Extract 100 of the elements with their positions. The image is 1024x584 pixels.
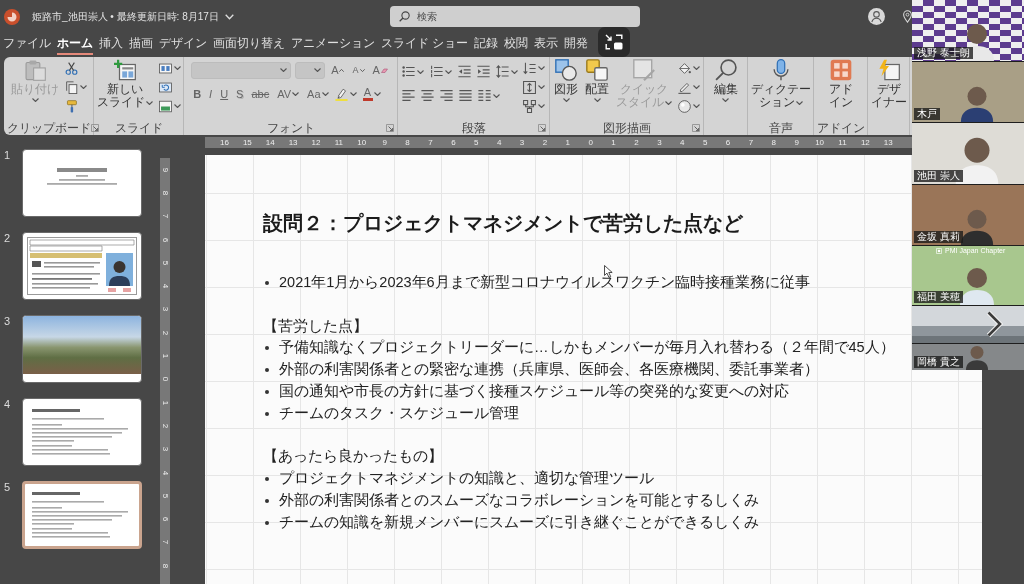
ribbon-tab[interactable]: ホーム (57, 33, 93, 55)
scissors-icon[interactable] (65, 61, 78, 75)
chevron-right-icon[interactable] (986, 310, 1003, 338)
drawing-button[interactable]: 図形 (553, 59, 579, 102)
ruler-number: 15 (241, 137, 253, 148)
ribbon-tab[interactable]: 開発 (564, 33, 589, 55)
caret-icon[interactable] (538, 85, 545, 89)
format-button[interactable]: S (234, 85, 246, 103)
ribbon-tab[interactable]: ファイル (3, 33, 51, 55)
slide-thumbnail[interactable] (22, 315, 142, 383)
caret-icon[interactable] (80, 85, 87, 89)
align-left-icon[interactable] (402, 89, 415, 102)
designer-button[interactable]: デザ イナー (869, 59, 908, 109)
caret-icon[interactable] (445, 69, 452, 74)
search-icon (714, 59, 737, 81)
align-center-icon[interactable] (421, 89, 434, 102)
ruler-number: 7 (427, 137, 434, 148)
line-spacing-icon[interactable] (496, 65, 509, 78)
align-right-icon[interactable] (440, 89, 453, 102)
format-button[interactable]: B (191, 85, 204, 103)
document-title[interactable]: 姫路市_池田崇人 • 最終更新日時: 8月17日 (32, 9, 219, 24)
ribbon-tab[interactable]: 表示 (534, 33, 559, 55)
diagram-icon[interactable] (523, 99, 536, 113)
ruler-number: 5 (473, 137, 480, 148)
stacked-squares-icon (586, 59, 608, 81)
caret-icon[interactable] (349, 92, 357, 96)
ribbon-tab[interactable]: 画面切り替え (213, 33, 285, 55)
ruler-number: 2 (161, 330, 169, 335)
slide-thumbnail[interactable] (22, 149, 142, 217)
slide-thumbnail[interactable] (22, 481, 142, 549)
dialog-launcher-icon[interactable] (386, 123, 394, 132)
group-label: 音声 (768, 120, 793, 135)
drawing-button[interactable]: 配置 (584, 59, 610, 102)
slide-title: 設問２：プロジェクトマネジメントで苦労した点など (263, 212, 743, 234)
font-size-button[interactable]: A (370, 61, 390, 79)
caret-icon[interactable] (693, 66, 700, 70)
reset-icon[interactable] (159, 80, 172, 94)
person-silhouette (958, 207, 996, 245)
indent-icon[interactable] (477, 65, 490, 78)
columns-icon[interactable] (478, 89, 491, 102)
format-button[interactable]: Aa (305, 85, 331, 103)
caret-icon[interactable] (174, 104, 181, 108)
editing-button[interactable]: 編集 (712, 59, 739, 102)
outdent-icon[interactable] (458, 65, 471, 78)
caret-icon[interactable] (693, 85, 700, 89)
layout-icon[interactable] (159, 61, 172, 75)
ribbon-tab[interactable]: スライド ショー (381, 33, 469, 55)
bullet-text: 2021年1月から2023年6月まで新型コロナウイルスワクチン臨時接種業務に従事 (279, 273, 810, 292)
location-pin-icon[interactable] (903, 10, 912, 23)
format-button[interactable]: AV (275, 85, 302, 103)
dialog-launcher-icon[interactable] (692, 123, 700, 132)
section-icon[interactable] (159, 99, 172, 113)
dialog-launcher-icon[interactable] (91, 123, 99, 132)
font-size-button[interactable]: A (329, 61, 347, 79)
format-button[interactable]: abc (249, 85, 272, 103)
caret-icon[interactable] (493, 93, 500, 98)
ribbon-tab[interactable]: 記録 (474, 33, 499, 55)
caret-icon[interactable] (511, 69, 518, 74)
vertical-align-icon[interactable] (523, 80, 536, 94)
caret-icon[interactable] (538, 66, 545, 70)
ribbon-tab[interactable]: 校閲 (504, 33, 529, 55)
caret-icon (292, 92, 300, 96)
app-logo-icon (4, 8, 20, 25)
bullet-list-icon[interactable] (402, 65, 415, 78)
new-slide-button[interactable]: 新しい スライド (96, 59, 154, 109)
dictation-button[interactable]: ディクテー ション (749, 59, 812, 109)
down-arrow-lines-icon[interactable] (523, 61, 536, 75)
caret-icon[interactable] (417, 69, 424, 74)
align-justify-icon[interactable] (459, 89, 472, 102)
caret-icon[interactable] (174, 66, 181, 70)
numbered-list-icon[interactable] (430, 65, 443, 78)
sphere-icon[interactable] (678, 99, 691, 113)
format-button[interactable]: U (218, 85, 231, 103)
collapse-button[interactable] (598, 27, 630, 57)
paintbrush-icon[interactable] (65, 99, 78, 113)
caret-down-icon (359, 68, 365, 72)
bullet-icon (265, 389, 269, 394)
font-color-button[interactable]: A (360, 85, 383, 103)
dialog-launcher-icon[interactable] (538, 123, 546, 132)
ruler-number: 7 (161, 214, 169, 219)
search-field[interactable]: 検索 (390, 6, 640, 27)
ribbon-tab[interactable]: デザイン (159, 33, 207, 55)
caret-icon[interactable] (693, 104, 700, 108)
ribbon-tab[interactable]: アニメーション (291, 33, 375, 55)
caret-icon[interactable] (538, 104, 545, 108)
chevron-down-icon[interactable] (224, 13, 234, 20)
pen-icon[interactable] (678, 80, 691, 94)
ribbon-tab[interactable]: 描画 (129, 33, 153, 55)
paint-bucket-icon[interactable] (678, 61, 691, 75)
format-button[interactable]: I (207, 85, 215, 103)
ribbon-tab[interactable]: 挿入 (99, 33, 123, 55)
ruler-number: 7 (747, 137, 755, 148)
account-icon[interactable] (868, 8, 885, 25)
group-label: 段落 (461, 120, 486, 135)
highlighter-icon[interactable] (334, 87, 348, 101)
caret-icon (665, 100, 672, 105)
font-size-button[interactable]: A (350, 61, 367, 79)
slide-thumbnail[interactable] (22, 398, 142, 466)
add-ins-button[interactable]: アド イン (827, 59, 854, 109)
copy-icon[interactable] (65, 80, 78, 94)
